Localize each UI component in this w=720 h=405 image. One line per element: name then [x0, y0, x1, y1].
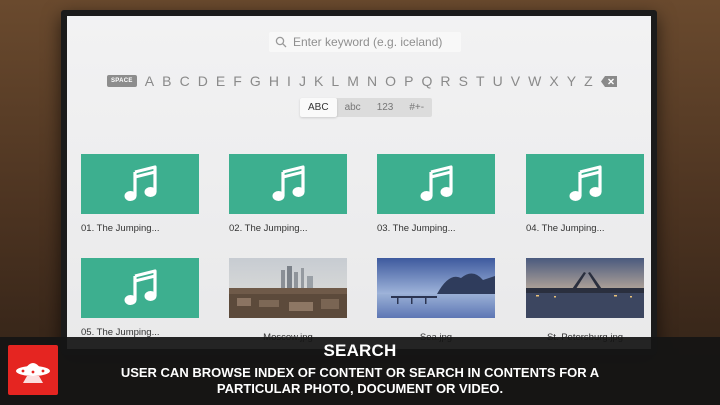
- key-i[interactable]: I: [287, 73, 291, 89]
- key-y[interactable]: Y: [567, 73, 576, 89]
- key-r[interactable]: R: [440, 73, 450, 89]
- backspace-icon[interactable]: [600, 75, 617, 87]
- key-x[interactable]: X: [549, 73, 558, 89]
- key-g[interactable]: G: [250, 73, 261, 89]
- content-tile[interactable]: 02. The Jumping...: [229, 154, 347, 234]
- key-z[interactable]: Z: [584, 73, 593, 89]
- banner-description: USER CAN BROWSE INDEX OF CONTENT OR SEAR…: [120, 365, 600, 396]
- music-note-icon: [569, 165, 602, 201]
- search-field[interactable]: [269, 32, 461, 52]
- key-u[interactable]: U: [493, 73, 503, 89]
- tile-caption: 04. The Jumping...: [526, 223, 605, 234]
- key-c[interactable]: C: [180, 73, 190, 89]
- key-l[interactable]: L: [331, 73, 339, 89]
- content-tile[interactable]: 05. The Jumping...: [81, 258, 199, 338]
- mode-lowercase[interactable]: abc: [337, 98, 369, 117]
- key-w[interactable]: W: [528, 73, 541, 89]
- tv-screen: SPACE A B C D E F G H I J K L M N O P Q …: [67, 16, 651, 349]
- content-tile[interactable]: Sea.jpg: [377, 258, 495, 343]
- content-tile[interactable]: Moscow.jpg: [229, 258, 347, 343]
- content-tile[interactable]: St. Petersburg.jpg: [526, 258, 644, 343]
- audio-thumbnail: [526, 154, 644, 214]
- caption-banner: SEARCH USER CAN BROWSE INDEX OF CONTENT …: [0, 337, 720, 405]
- key-v[interactable]: V: [511, 73, 520, 89]
- mode-uppercase[interactable]: ABC: [300, 98, 337, 117]
- tile-caption: 01. The Jumping...: [81, 223, 160, 234]
- key-j[interactable]: J: [299, 73, 306, 89]
- key-n[interactable]: N: [367, 73, 377, 89]
- key-d[interactable]: D: [198, 73, 208, 89]
- content-tile[interactable]: 03. The Jumping...: [377, 154, 495, 234]
- audio-thumbnail: [377, 154, 495, 214]
- key-m[interactable]: M: [347, 73, 359, 89]
- key-k[interactable]: K: [314, 73, 323, 89]
- mode-symbols[interactable]: #+-: [401, 98, 432, 117]
- music-note-icon: [272, 165, 305, 201]
- key-t[interactable]: T: [476, 73, 485, 89]
- key-q[interactable]: Q: [421, 73, 432, 89]
- mode-numbers[interactable]: 123: [369, 98, 402, 117]
- music-note-icon: [124, 269, 157, 305]
- moscow-photo-thumbnail: [229, 258, 347, 318]
- audio-thumbnail: [81, 258, 199, 318]
- tile-caption: 02. The Jumping...: [229, 223, 308, 234]
- tile-caption: 03. The Jumping...: [377, 223, 456, 234]
- sea-photo-thumbnail: [377, 258, 495, 318]
- content-tile[interactable]: 01. The Jumping...: [81, 154, 199, 234]
- search-icon: [275, 36, 287, 48]
- key-s[interactable]: S: [459, 73, 468, 89]
- key-e[interactable]: E: [216, 73, 225, 89]
- music-note-icon: [124, 165, 157, 201]
- key-o[interactable]: O: [385, 73, 396, 89]
- key-p[interactable]: P: [404, 73, 413, 89]
- key-h[interactable]: H: [269, 73, 279, 89]
- key-f[interactable]: F: [233, 73, 242, 89]
- key-b[interactable]: B: [162, 73, 171, 89]
- audio-thumbnail: [229, 154, 347, 214]
- keyboard-mode-selector: ABC abc 123 #+-: [300, 98, 433, 117]
- space-key[interactable]: SPACE: [107, 75, 137, 87]
- search-input[interactable]: [293, 35, 453, 49]
- music-note-icon: [420, 165, 453, 201]
- banner-title: SEARCH: [323, 341, 397, 360]
- audio-thumbnail: [81, 154, 199, 214]
- content-tile[interactable]: 04. The Jumping...: [526, 154, 644, 234]
- keyboard-row: SPACE A B C D E F G H I J K L M N O P Q …: [107, 72, 617, 90]
- key-a[interactable]: A: [145, 73, 154, 89]
- st-petersburg-photo-thumbnail: [526, 258, 644, 318]
